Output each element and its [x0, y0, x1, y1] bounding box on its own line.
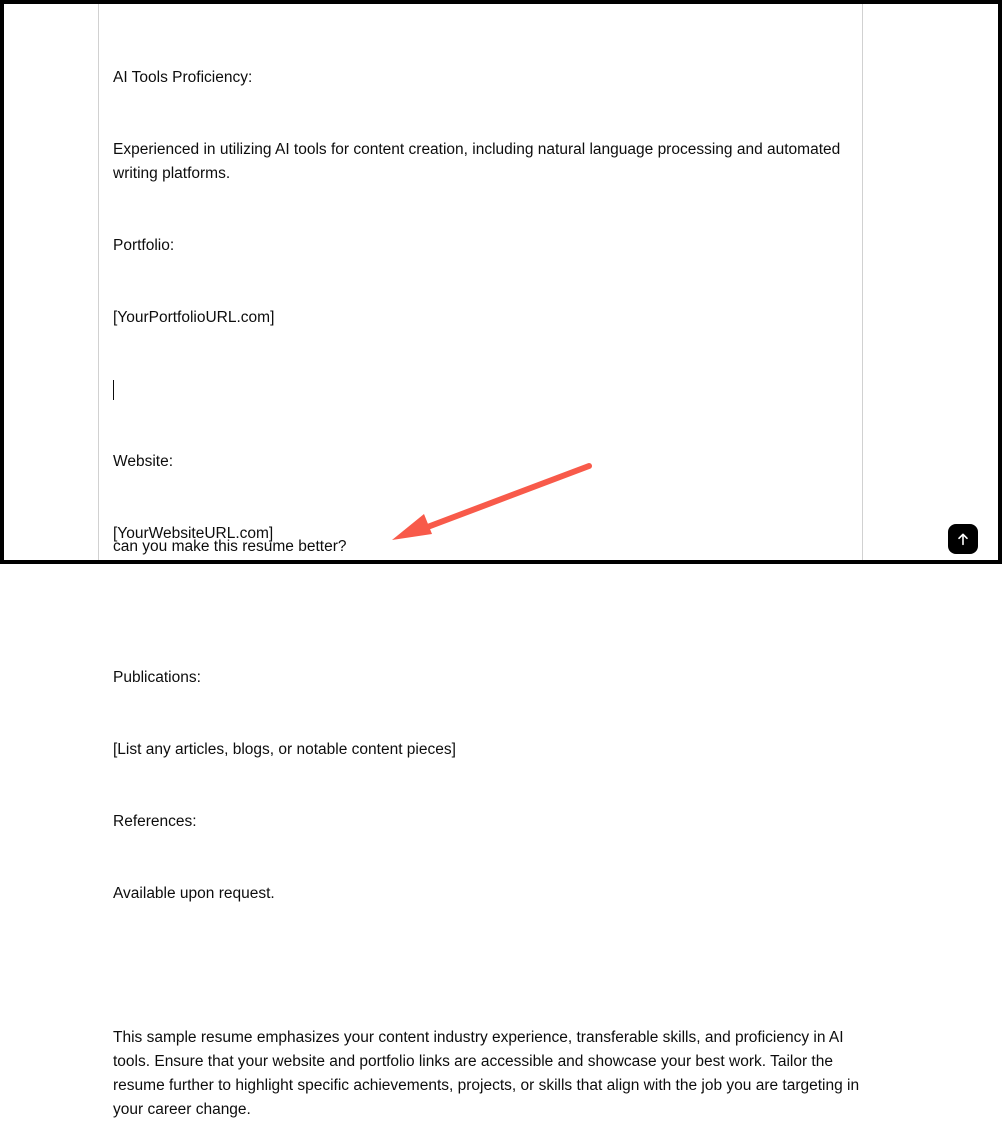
response-line: [YourPortfolioURL.com] — [113, 306, 862, 330]
chat-content-area: AI Tools Proficiency: Experienced in uti… — [98, 4, 863, 560]
response-line: Experienced in utilizing AI tools for co… — [113, 138, 862, 186]
response-line: [List any articles, blogs, or notable co… — [113, 738, 862, 762]
response-blank — [113, 954, 862, 978]
arrow-up-icon — [955, 531, 971, 547]
response-line: References: — [113, 810, 862, 834]
submit-button[interactable] — [948, 524, 978, 554]
response-line: Publications: — [113, 666, 862, 690]
text-cursor — [113, 380, 862, 400]
response-line: Website: — [113, 450, 862, 474]
user-message-text: can you make this resume better? — [113, 538, 346, 556]
response-line: AI Tools Proficiency: — [113, 66, 862, 90]
assistant-response: AI Tools Proficiency: Experienced in uti… — [113, 18, 862, 1128]
response-line: Portfolio: — [113, 234, 862, 258]
response-blank — [113, 594, 862, 618]
response-line: Available upon request. — [113, 882, 862, 906]
response-line: This sample resume emphasizes your conte… — [113, 1026, 862, 1122]
